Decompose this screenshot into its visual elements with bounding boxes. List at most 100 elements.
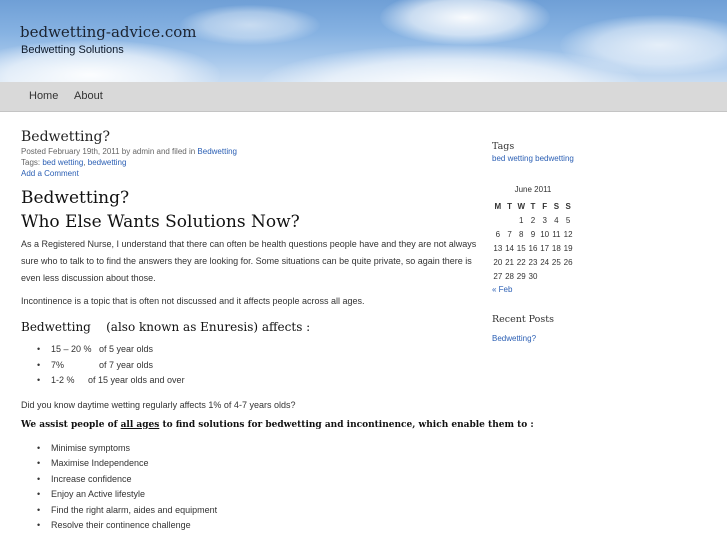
calendar-day: 12	[563, 229, 573, 239]
calendar-day: 13	[493, 243, 503, 253]
calendar-day: 29	[516, 271, 526, 281]
tag-cloud: bed wetting bedwetting	[492, 154, 722, 163]
calendar-day: 27	[493, 271, 503, 281]
calendar-caption: June 2011	[514, 185, 552, 194]
weekday: F	[542, 201, 548, 211]
calendar-day: 25	[551, 257, 561, 267]
intro-paragraph: As a Registered Nurse, I understand that…	[21, 239, 477, 283]
tags-heading: Tags	[492, 141, 515, 152]
list-item: Resolve their continence challenge	[21, 518, 481, 534]
nav-bar: Home About	[0, 82, 727, 112]
tag-separator: ,	[83, 158, 86, 167]
add-comment-link[interactable]: Add a Comment	[21, 169, 79, 178]
incontinence-paragraph: Incontinence is a topic that is often no…	[21, 296, 365, 306]
calendar-day: 3	[542, 215, 547, 225]
calendar-day: 21	[505, 257, 514, 267]
calendar-day: 2	[530, 215, 536, 225]
post-meta-text: Posted February 19th, 2011 by admin and …	[21, 147, 196, 156]
calendar-day: 7	[507, 229, 512, 239]
affects-text: of 5 year olds	[99, 344, 154, 354]
calendar-day	[492, 213, 504, 227]
site-header: bedwetting-advice.com Bedwetting Solutio…	[0, 0, 727, 82]
article-heading: Bedwetting?	[21, 188, 130, 208]
list-item: Maximise Independence	[21, 456, 481, 472]
affects-percent: 15 – 20 %	[51, 344, 92, 354]
calendar-day: 8	[519, 229, 524, 239]
calendar-day: 6	[495, 229, 501, 239]
calendar-day: 11	[552, 229, 561, 239]
article-subheading: Who Else Wants Solutions Now?	[21, 212, 300, 232]
weekday: M	[494, 201, 502, 211]
weekday: W	[517, 201, 526, 211]
affects-percent: 1-2 %	[51, 375, 75, 385]
add-comment: Add a Comment	[21, 168, 481, 179]
cloud-decoration	[380, 0, 550, 45]
affects-text: of 7 year olds	[99, 359, 154, 370]
calendar-prev-link[interactable]: « Feb	[492, 285, 512, 294]
assist-underline: all ages	[120, 419, 160, 430]
list-item: 1-2 % of 15 year olds and over	[21, 373, 481, 389]
tag-cloud-link[interactable]: bedwetting	[535, 154, 574, 163]
affects-heading: Bedwetting (also known as Enuresis) affe…	[21, 320, 311, 334]
calendar-day: 16	[528, 243, 538, 253]
site-title[interactable]: bedwetting-advice.com	[20, 23, 197, 41]
calendar-day: 30	[528, 271, 538, 281]
calendar-day: 20	[493, 257, 503, 267]
weekday: S	[565, 201, 571, 211]
calendar-day: 15	[516, 243, 526, 253]
calendar: June 2011 M T W T F S S 1 2 3 4 5 6 7 8 …	[492, 185, 574, 283]
calendar-week: 27 28 29 30	[492, 269, 574, 283]
calendar-day: 9	[530, 229, 536, 239]
calendar-day: 22	[516, 257, 526, 267]
tag-link-bedwetting[interactable]: bedwetting	[88, 158, 127, 167]
calendar-day: 1	[519, 215, 524, 225]
calendar-day	[504, 213, 516, 227]
assist-post: to find solutions for bedwetting and inc…	[159, 419, 534, 430]
weekday: T	[530, 201, 536, 211]
list-item: Find the right alarm, aides and equipmen…	[21, 503, 481, 519]
calendar-week: 20 21 22 23 24 25 26	[492, 255, 574, 269]
calendar-week: 13 14 15 16 17 18 19	[492, 241, 574, 255]
tag-cloud-link[interactable]: bed wetting	[492, 154, 533, 163]
affects-list: 15 – 20 % of 5 year olds 7% of 7 year olds…	[21, 342, 481, 389]
list-item: 15 – 20 % of 5 year olds	[21, 342, 481, 358]
calendar-day: 17	[540, 243, 550, 253]
calendar-day: 18	[551, 243, 561, 253]
calendar-day: 19	[563, 243, 573, 253]
tag-link-bed-wetting[interactable]: bed wetting	[42, 158, 83, 167]
assist-list: Minimise symptoms Maximise Independence …	[21, 441, 481, 534]
category-link[interactable]: Bedwetting	[197, 147, 237, 156]
calendar-day: 24	[540, 257, 550, 267]
assist-pre: We assist people of	[21, 419, 121, 430]
calendar-day	[562, 269, 574, 283]
site-description: Bedwetting Solutions	[21, 44, 124, 56]
calendar-day	[551, 269, 563, 283]
weekday: S	[553, 201, 560, 211]
sidebar: Tags bed wetting bedwetting June 2011 M …	[492, 141, 722, 343]
cloud-decoration	[180, 5, 320, 45]
calendar-day: 4	[554, 215, 559, 225]
weekday: T	[507, 201, 512, 211]
calendar-day: 5	[565, 215, 571, 225]
post-meta: Posted February 19th, 2011 by admin and …	[21, 146, 481, 157]
nav-home-link[interactable]: Home	[29, 90, 58, 102]
calendar-day: 26	[563, 257, 573, 267]
calendar-week: 1 2 3 4 5	[492, 213, 574, 227]
calendar-day: 28	[505, 271, 514, 281]
calendar-day: 23	[528, 257, 538, 267]
calendar-day	[539, 269, 551, 283]
tags-label: Tags:	[21, 158, 41, 167]
calendar-weekdays: M T W T F S S	[492, 199, 574, 213]
list-item: Increase confidence	[21, 472, 481, 488]
recent-posts-list: Bedwetting?	[492, 334, 722, 343]
calendar-day: 10	[540, 229, 550, 239]
recent-posts-heading: Recent Posts	[492, 314, 554, 325]
daytime-paragraph: Did you know daytime wetting regularly a…	[21, 399, 296, 410]
nav-about-link[interactable]: About	[74, 90, 103, 102]
post-title[interactable]: Bedwetting?	[21, 128, 481, 146]
post-content: Bedwetting? Posted February 19th, 2011 b…	[21, 128, 534, 534]
list-item: 7% of 7 year olds	[21, 358, 481, 374]
affects-percent: 7%	[51, 359, 65, 370]
recent-post-link[interactable]: Bedwetting?	[492, 334, 536, 343]
affects-text: of 15 year olds and over	[88, 375, 185, 385]
